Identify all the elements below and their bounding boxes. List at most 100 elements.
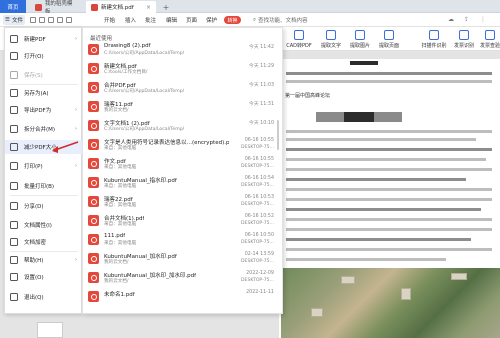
invoice-recognize-button[interactable]: 发票识别 bbox=[450, 30, 478, 49]
recent-file-item[interactable]: 合并PDF.pdf C:/Users/公司/AppData/Local/Temp/… bbox=[88, 81, 274, 96]
text-line bbox=[286, 138, 476, 141]
text-line bbox=[286, 188, 492, 191]
file-time: 2022-12-09 bbox=[246, 271, 274, 276]
file-path: 来自：其他电脑 bbox=[104, 222, 137, 227]
file-location: DESKTOP-75... bbox=[241, 278, 274, 283]
file-location: DESKTOP-75... bbox=[241, 145, 274, 150]
file-menu-item[interactable]: 设置(O) bbox=[5, 270, 83, 284]
close-icon[interactable]: × bbox=[146, 4, 151, 11]
file-menu-label: 文档属性(I) bbox=[24, 223, 52, 229]
file-menu-item[interactable]: 退出(Q) bbox=[5, 290, 83, 304]
text-line bbox=[286, 130, 492, 133]
recent-file-item[interactable]: 作文.pdf 来自：其他电脑 06-16 10:55 DESKTOP-75... bbox=[88, 157, 274, 172]
file-menu-item[interactable]: 新建PDF › bbox=[5, 32, 83, 46]
file-menu-item[interactable]: 打开(O) bbox=[5, 49, 83, 63]
menu-bar: ☰ 文件 开始 插入 批注 编辑 页面 保护 转换 ⌕ 查找功能、文档内容 ☁ … bbox=[0, 13, 500, 27]
file-path: C:/Users/公司/AppData/Local/Temp/ bbox=[104, 127, 185, 132]
recent-file-item[interactable]: 新建文档.pdf C:/tools/工作文档目/今天 11:29 bbox=[88, 62, 274, 77]
extract-page-button[interactable]: 提取页面 bbox=[374, 30, 404, 49]
save-icon[interactable] bbox=[39, 17, 45, 23]
recent-file-item[interactable]: 瑞客11.pdf 我的云文档/今天 11:31 bbox=[88, 100, 274, 115]
tab-home[interactable]: 首页 bbox=[0, 0, 26, 13]
file-menu-item[interactable]: 批量打印(B) bbox=[5, 179, 83, 193]
scrollbar[interactable] bbox=[277, 120, 279, 150]
compress-icon bbox=[10, 143, 18, 151]
properties-icon bbox=[10, 221, 18, 229]
text-line bbox=[286, 80, 492, 83]
recent-file-item[interactable]: KubuntuManual_加水印_加水印.pdf 我的云文档/2022-12-0… bbox=[88, 271, 274, 286]
file-time: 06-16 10:55 bbox=[244, 138, 274, 143]
save-as-icon bbox=[10, 89, 18, 97]
file-menu-label: 减少PDF大小 bbox=[24, 145, 57, 151]
file-menu-label: 打印(P) bbox=[24, 164, 43, 170]
recent-file-item[interactable]: 合并文档(1).pdf 来自：其他电脑 06-16 10:52 DESKTOP-75.… bbox=[88, 214, 274, 229]
invoice-verify-button[interactable]: 发票查验 bbox=[476, 30, 500, 49]
file-menu-item[interactable]: 打印(P) › bbox=[5, 159, 83, 173]
file-path: 我的云文档/ bbox=[104, 108, 129, 113]
cad-to-pdf-button[interactable]: CAD转PDF bbox=[282, 30, 316, 49]
file-menu-item[interactable]: 导出PDF为 › bbox=[5, 103, 83, 117]
new-tab-button[interactable]: + bbox=[160, 1, 172, 13]
file-menu-label: 打开(O) bbox=[24, 54, 44, 60]
file-menu-label: 保存(S) bbox=[24, 73, 43, 79]
recent-file-item[interactable]: KubuntuManual_加水印.pdf 我的云文档/02-14 13:59 DE… bbox=[88, 252, 274, 267]
building-shape bbox=[401, 288, 411, 300]
menu-edit[interactable]: 编辑 bbox=[166, 16, 177, 24]
menu-start[interactable]: 开始 bbox=[104, 16, 115, 24]
file-menu-item[interactable]: 文档加密 bbox=[5, 235, 83, 249]
file-name: 111.pdf bbox=[104, 233, 126, 239]
file-location: DESKTOP-75... bbox=[241, 183, 274, 188]
more-icon[interactable]: ⋮ bbox=[480, 16, 486, 23]
file-menu-item[interactable]: 分享(D) bbox=[5, 199, 83, 213]
text-line bbox=[286, 148, 492, 151]
recent-file-item[interactable]: 文字是人类用符号记录表达信息以…(encrypted).pdf 来自：其他电脑 06… bbox=[88, 138, 274, 153]
menu-protect[interactable]: 保护 bbox=[206, 16, 217, 24]
file-menu-button[interactable]: ☰ 文件 bbox=[3, 15, 25, 25]
file-time: 今天 10:10 bbox=[249, 121, 274, 126]
chevron-right-icon: › bbox=[75, 107, 77, 113]
lock-icon bbox=[10, 238, 18, 246]
cloud-icon[interactable]: ☁ bbox=[448, 16, 454, 23]
file-menu-label: 新建PDF bbox=[24, 37, 46, 43]
ocr-button[interactable]: 扫描件识别 bbox=[417, 30, 451, 49]
recent-file-item[interactable]: 未命名1.pdf 2022-11-11 bbox=[88, 290, 274, 305]
recent-file-item[interactable]: KubuntuManual_指水印.pdf 来自：其他电脑 06-16 10:54 D… bbox=[88, 176, 274, 191]
file-path: C:/tools/工作文档目/ bbox=[104, 70, 148, 75]
undo-icon[interactable] bbox=[57, 17, 63, 23]
recent-file-item[interactable]: 111.pdf 来自：其他电脑 06-16 10:50 DESKTOP-75... bbox=[88, 233, 274, 248]
file-location: DESKTOP-75... bbox=[241, 259, 274, 264]
print-icon[interactable] bbox=[48, 17, 54, 23]
file-menu-label: 导出PDF为 bbox=[24, 108, 52, 114]
recent-file-item[interactable]: Drawing8 (2).pdf C:/Users/公司/AppData/Loca… bbox=[88, 43, 274, 58]
button-label: 发票查验 bbox=[479, 43, 500, 49]
file-menu-item[interactable]: 文档属性(I) bbox=[5, 218, 83, 232]
open-icon[interactable] bbox=[30, 17, 36, 23]
recent-file-item[interactable]: 文字文档1 (2).pdf C:/Users/公司/AppData/Local/T… bbox=[88, 119, 274, 134]
file-menu-item[interactable]: 减少PDF大小 bbox=[5, 140, 83, 154]
file-menu-item[interactable]: 拆分合并(M) › bbox=[5, 122, 83, 136]
text-line bbox=[286, 238, 471, 241]
extract-image-button[interactable]: 提取图片 bbox=[345, 30, 375, 49]
new-file-icon bbox=[10, 35, 18, 43]
file-menu-item[interactable]: 帮助(H) › bbox=[5, 253, 83, 267]
chevron-right-icon: › bbox=[75, 126, 77, 132]
redo-icon[interactable] bbox=[66, 17, 72, 23]
recent-files-panel: 最近使用 Drawing8 (2).pdf C:/Users/公司/AppData… bbox=[82, 27, 283, 314]
file-menu-item[interactable]: 保存(S) bbox=[5, 68, 83, 82]
recent-file-item[interactable]: 瑞客22.pdf 来自：其他电脑 06-16 10:53 DESKTOP-75... bbox=[88, 195, 274, 210]
page-thumbnail[interactable] bbox=[37, 322, 63, 338]
search-box[interactable]: ⌕ 查找功能、文档内容 bbox=[253, 16, 308, 25]
menu-annotate[interactable]: 批注 bbox=[145, 16, 156, 24]
menu-page[interactable]: 页面 bbox=[186, 16, 197, 24]
invoice-icon bbox=[459, 30, 469, 40]
extract-text-button[interactable]: 提取文字 bbox=[316, 30, 346, 49]
document-text: 第一届中国高峰论坛 bbox=[285, 93, 331, 99]
tab-docer-templates[interactable]: 我的稻壳模板 bbox=[30, 1, 82, 15]
convert-badge[interactable]: 转换 bbox=[224, 16, 241, 24]
file-menu-item[interactable]: 另存为(A) bbox=[5, 86, 83, 100]
file-menu-label: 另存为(A) bbox=[24, 91, 49, 97]
menu-insert[interactable]: 插入 bbox=[125, 16, 136, 24]
tab-new-document[interactable]: 新建文档.pdf × bbox=[86, 1, 156, 13]
button-label: 提取图片 bbox=[349, 43, 370, 49]
share-icon[interactable]: ⇪ bbox=[464, 16, 469, 23]
